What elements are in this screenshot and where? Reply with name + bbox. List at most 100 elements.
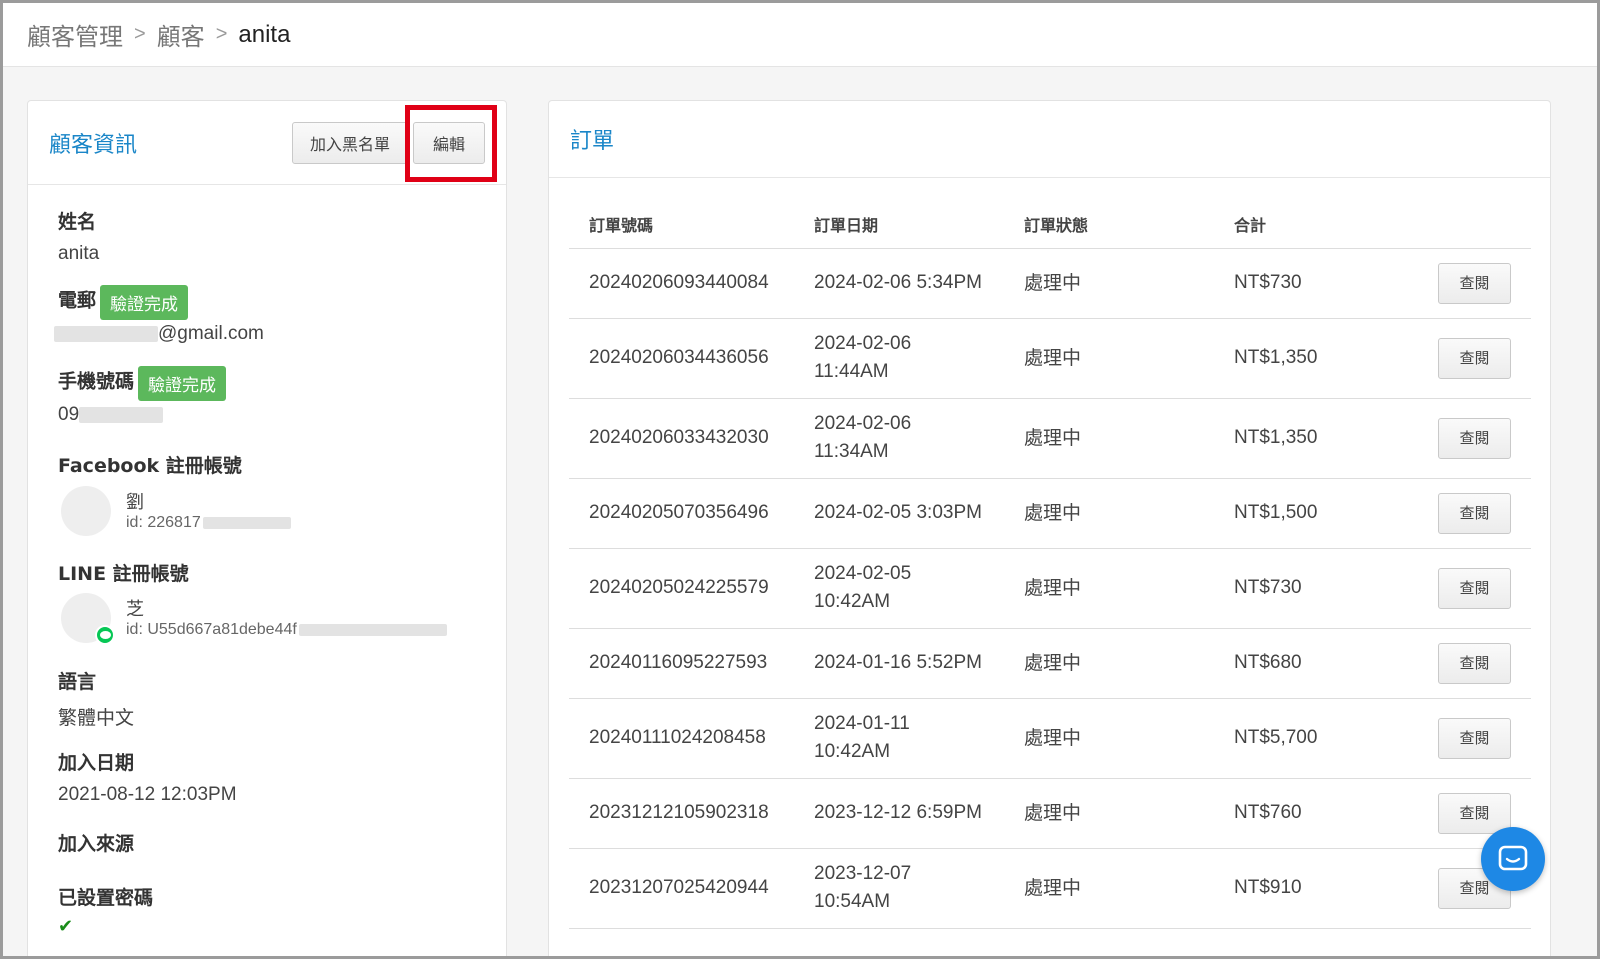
orders-card: 訂單 訂單號碼 訂單日期 訂單狀態 合計 20240206093440084 2… [548,100,1551,956]
order-number: 20240111024208458 [569,698,794,779]
breadcrumb-current: anita [238,20,291,48]
order-date: 2024-01-11 10:42AM [794,698,1004,779]
column-total: 合計 [1214,201,1414,249]
order-status: 處理中 [1004,318,1214,399]
order-actions: 查閱 [1414,548,1531,629]
name-value: anita [58,243,100,264]
facebook-avatar [61,486,111,536]
order-date-line: 2024-02-05 3:03PM [814,502,982,523]
view-order-button[interactable]: 查閱 [1438,337,1511,379]
redacted-block [79,406,164,423]
order-date: 2024-01-16 5:52PM [794,628,1004,699]
order-date-line: 2023-12-07 [814,863,912,884]
language-value: 繁體中文 [58,708,135,729]
chat-launcher-button[interactable] [1481,827,1545,891]
table-header-row: 訂單號碼 訂單日期 訂單狀態 合計 [569,201,1531,249]
order-status: 處理中 [1004,478,1214,549]
order-date: 2023-12-07 10:54AM [794,848,1004,929]
order-time-line: 10:42AM [814,741,891,762]
order-actions: 查閱 [1414,248,1531,319]
order-actions: 查閱 [1414,698,1531,779]
edit-button-highlight [405,105,497,182]
customer-info-card: 顧客資訊 加入黑名單 編輯 姓名 anita 電郵 驗證完成 @gmail.com… [27,100,507,956]
password-label: 已設置密碼 [58,887,154,909]
email-suffix: @gmail.com [158,323,264,344]
table-row: 20231207025420944 2023-12-07 10:54AM 處理中 … [569,848,1531,929]
line-name: 芝 [126,599,144,619]
name-field: 姓名 anita [58,207,99,265]
order-number: 20231212105902318 [569,778,794,849]
customer-info-title: 顧客資訊 [49,131,138,157]
order-date-line: 2024-02-06 [814,413,912,434]
chevron-right-icon: > [215,23,228,45]
view-order-button[interactable]: 查閱 [1438,717,1511,759]
order-actions: 查閱 [1414,398,1531,479]
order-status: 處理中 [1004,398,1214,479]
view-order-button[interactable]: 查閱 [1438,262,1511,304]
order-total: NT$730 [1214,548,1414,629]
order-number: 20240206093440084 [569,248,794,319]
view-order-button[interactable]: 查閱 [1438,417,1511,459]
order-number: 20240205070356496 [569,478,794,549]
order-total: NT$730 [1214,248,1414,319]
order-actions: 查閱 [1414,478,1531,549]
order-time-line: 11:44AM [814,361,889,382]
order-total: NT$680 [1214,628,1414,699]
phone-field: 手機號碼 驗證完成 09 [58,366,227,426]
order-date: 2024-02-06 11:34AM [794,398,1004,479]
order-date-line: 2024-01-16 5:52PM [814,652,982,673]
order-status: 處理中 [1004,698,1214,779]
order-date-line: 2024-01-11 [814,713,910,734]
redacted-block [202,516,291,529]
order-total: NT$1,350 [1214,398,1414,479]
phone-prefix: 09 [58,404,80,425]
table-row: 20240206033432030 2024-02-06 11:34AM 處理中 … [569,398,1531,479]
order-date: 2023-12-12 6:59PM [794,778,1004,849]
column-order-number: 訂單號碼 [569,201,794,249]
order-time-line: 11:34AM [814,441,889,462]
email-field: 電郵 驗證完成 @gmail.com [54,285,264,345]
join-date-field: 加入日期 2021-08-12 12:03PM [58,748,237,806]
chevron-right-icon: > [134,23,146,45]
view-order-button[interactable]: 查閱 [1438,492,1511,534]
redacted-block [54,325,158,342]
column-order-date: 訂單日期 [794,201,1004,249]
join-date-label: 加入日期 [58,752,135,774]
order-status: 處理中 [1004,248,1214,319]
join-source-field: 加入來源 [58,829,134,856]
order-actions: 查閱 [1414,628,1531,699]
order-total: NT$760 [1214,778,1414,849]
line-avatar [61,593,115,645]
order-date: 2024-02-06 11:44AM [794,318,1004,399]
table-row: 20240205070356496 2024-02-05 3:03PM 處理中 … [569,478,1531,549]
app-frame: 顧客管理 > 顧客 > anita 顧客資訊 加入黑名單 編輯 姓名 anita… [3,3,1597,956]
line-id: id: U55d667a81debe44f [126,621,447,639]
customer-info-header: 顧客資訊 加入黑名單 編輯 [28,101,506,185]
table-row: 20240205024225579 2024-02-05 10:42AM 處理中 … [569,548,1531,629]
table-row: 20240116095227593 2024-01-16 5:52PM 處理中 … [569,628,1531,699]
breadcrumb: 顧客管理 > 顧客 > anita [3,3,1597,67]
redacted-block [298,623,447,636]
order-date-line: 2024-02-06 [814,333,912,354]
table-row: 20240111024208458 2024-01-11 10:42AM 處理中 … [569,698,1531,779]
phone-verified-badge: 驗證完成 [138,366,227,401]
phone-value: 09 [58,404,226,426]
line-label: LINE 註冊帳號 [58,563,189,585]
line-id-text: id: U55d667a81debe44f [126,621,297,638]
order-total: NT$1,500 [1214,478,1414,549]
breadcrumb-customer-management[interactable]: 顧客管理 [27,17,123,52]
view-order-button[interactable]: 查閱 [1438,642,1511,684]
facebook-id: id: 226817 [126,514,291,532]
order-status: 處理中 [1004,778,1214,849]
breadcrumb-customers[interactable]: 顧客 [157,17,205,52]
order-time-line: 10:42AM [814,591,891,612]
order-date-line: 2024-02-06 5:34PM [814,272,982,293]
table-row: 20240206034436056 2024-02-06 11:44AM 處理中 … [569,318,1531,399]
view-order-button[interactable]: 查閱 [1438,567,1511,609]
facebook-name: 劉 [126,492,144,512]
view-order-button[interactable]: 查閱 [1438,792,1511,834]
add-to-blacklist-button[interactable]: 加入黑名單 [292,122,408,164]
line-field: LINE 註冊帳號 [58,559,189,586]
language-label: 語言 [58,671,97,693]
check-icon: ✔ [58,916,74,936]
